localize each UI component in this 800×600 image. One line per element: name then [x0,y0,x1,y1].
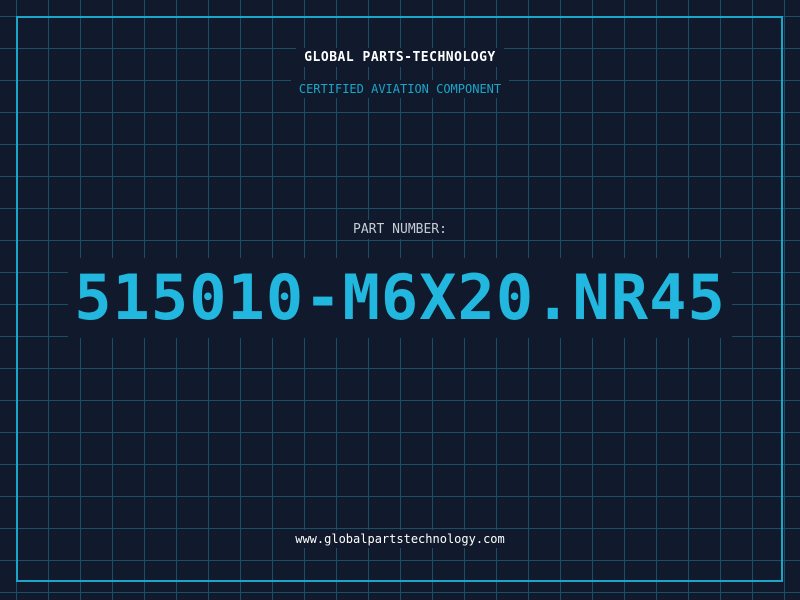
part-number: 515010-M6X20.NR45 [0,258,800,338]
part-number-label: PART NUMBER: [0,220,800,239]
blueprint-canvas: GLOBAL PARTS-TECHNOLOGY CERTIFIED AVIATI… [0,0,800,600]
website-footer: www.globalpartstechnology.com [0,530,800,548]
part-number-value: 515010-M6X20.NR45 [68,258,732,338]
part-number-label-text: PART NUMBER: [345,220,455,239]
website-link: www.globalpartstechnology.com [287,530,513,548]
company-name: GLOBAL PARTS-TECHNOLOGY [296,48,504,67]
certification-text: CERTIFIED AVIATION COMPONENT [290,80,510,98]
subtitle: CERTIFIED AVIATION COMPONENT [0,80,800,98]
company-title: GLOBAL PARTS-TECHNOLOGY [0,48,800,67]
